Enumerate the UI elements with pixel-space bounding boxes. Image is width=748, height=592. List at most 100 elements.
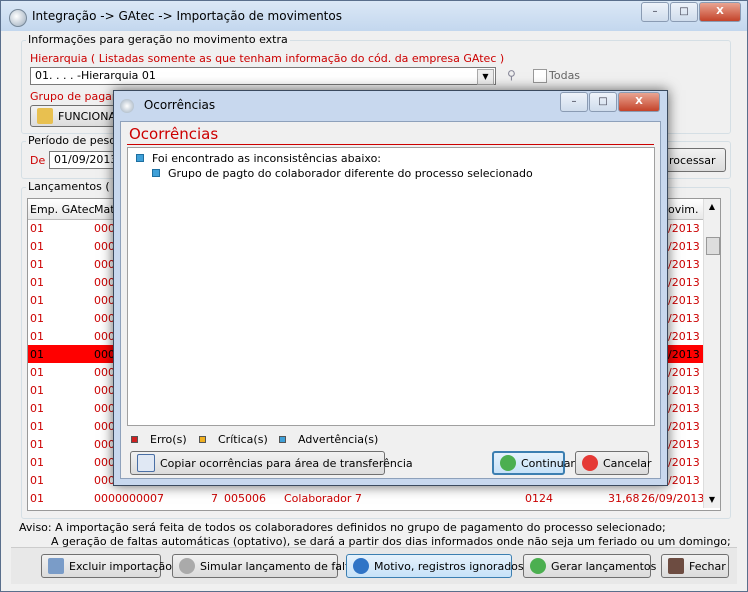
dialog-close-button[interactable]: X bbox=[618, 92, 660, 112]
cell-mat: 000 bbox=[94, 474, 115, 487]
chevron-down-icon[interactable]: ▼ bbox=[477, 69, 494, 85]
cell-emp: 01 bbox=[30, 240, 44, 253]
cell-date: /2013 bbox=[668, 312, 700, 325]
ocorrencias-dialog: Ocorrências – □ X Ocorrências Foi encont… bbox=[113, 90, 668, 486]
cell-date: /2013 bbox=[668, 474, 700, 487]
cell-mat: 000 bbox=[94, 312, 115, 325]
dialog-title-bar: Ocorrências – □ X bbox=[120, 92, 660, 113]
cell-emp: 01 bbox=[30, 456, 44, 469]
legend-erro: Erro(s) bbox=[131, 433, 187, 446]
cell-date: /2013 bbox=[668, 222, 700, 235]
cell-emp: 01 bbox=[30, 294, 44, 307]
cell-mat: 000 bbox=[94, 438, 115, 451]
delete-icon bbox=[48, 558, 64, 574]
date-from-input[interactable]: 01/09/2013 bbox=[49, 151, 117, 169]
cell-mat: 000 bbox=[94, 276, 115, 289]
cell-emp: 01 bbox=[30, 348, 44, 361]
scroll-thumb[interactable] bbox=[706, 237, 720, 255]
cell-date: /2013 bbox=[668, 258, 700, 271]
de-label: De bbox=[30, 154, 46, 167]
cell-date: /2013 bbox=[668, 240, 700, 253]
processar-button[interactable]: rocessar bbox=[662, 148, 726, 172]
periodo-label: Período de pesqu bbox=[26, 134, 126, 147]
dialog-body: Ocorrências Foi encontrado as inconsistê… bbox=[120, 121, 661, 479]
todas-checkbox[interactable] bbox=[533, 69, 547, 83]
gerar-button[interactable]: Gerar lançamentos bbox=[523, 554, 656, 578]
cell-emp: 01 bbox=[30, 474, 44, 487]
continuar-button[interactable]: Continuar bbox=[492, 451, 575, 475]
info-group-label: Informações para geração no movimento ex… bbox=[26, 33, 290, 46]
occurrence-list[interactable]: Foi encontrado as inconsistências abaixo… bbox=[127, 147, 655, 426]
cancelar-button[interactable]: Cancelar bbox=[575, 451, 652, 475]
cell-date: /2013 bbox=[668, 420, 700, 433]
copy-icon bbox=[137, 454, 155, 472]
list-item[interactable]: Grupo de pagto do colaborador diferente … bbox=[152, 167, 533, 180]
cell-emp: 01 bbox=[30, 258, 44, 271]
cell-date: 26/09/2013 bbox=[641, 492, 705, 505]
cell-mat: 000 bbox=[94, 384, 115, 397]
simular-button[interactable]: Simular lançamento de faltas bbox=[172, 554, 362, 578]
cell-mat: 000 bbox=[94, 456, 115, 469]
cell-emp: 01 bbox=[30, 384, 44, 397]
cell-emp: 01 bbox=[30, 366, 44, 379]
scroll-down-icon[interactable]: ▼ bbox=[704, 492, 720, 508]
warning-bullet-icon bbox=[152, 169, 160, 177]
exit-icon bbox=[668, 558, 684, 574]
table-row[interactable]: 01 0000000007 7 005006 Colaborador 7 012… bbox=[28, 489, 705, 507]
folder-icon bbox=[37, 108, 53, 124]
cell-date: /2013 bbox=[668, 384, 700, 397]
dialog-maximize-button[interactable]: □ bbox=[589, 92, 617, 112]
cell-date: /2013 bbox=[668, 438, 700, 451]
cell-date: /2013 bbox=[668, 276, 700, 289]
grupo-button[interactable]: FUNCIONAR bbox=[30, 105, 124, 127]
fechar-button[interactable]: Fechar bbox=[661, 554, 729, 578]
cell-mat: 000 bbox=[94, 420, 115, 433]
excluir-button[interactable]: Excluir importação bbox=[41, 554, 172, 578]
cell-emp: 01 bbox=[30, 330, 44, 343]
check-icon bbox=[500, 455, 516, 471]
cell-mat: 0000000007 bbox=[94, 492, 164, 505]
dialog-app-icon bbox=[120, 98, 134, 113]
cell-n: 7 bbox=[211, 492, 218, 505]
dialog-minimize-button[interactable]: – bbox=[560, 92, 588, 112]
list-item[interactable]: Foi encontrado as inconsistências abaixo… bbox=[136, 152, 381, 165]
cell-date: /2013 bbox=[668, 456, 700, 469]
col-movim[interactable]: ovim. bbox=[668, 203, 699, 216]
copy-button[interactable]: Copiar ocorrências para área de transfer… bbox=[130, 451, 413, 475]
grupo-label: Grupo de pagam bbox=[30, 90, 123, 103]
cell-mat: 000 bbox=[94, 240, 115, 253]
maximize-button[interactable]: □ bbox=[670, 2, 698, 22]
col-emp[interactable]: Emp. GAtec bbox=[30, 203, 95, 216]
hierarchy-select[interactable]: 01. . . . -Hierarquia 01 ▼ bbox=[30, 67, 496, 85]
cell-date: /2013 bbox=[668, 294, 700, 307]
motivo-button[interactable]: Motivo, registros ignorados bbox=[346, 554, 524, 578]
cell-date: /2013 bbox=[668, 330, 700, 343]
cell-code: 005006 bbox=[224, 492, 266, 505]
warning-bullet-icon bbox=[136, 154, 144, 162]
cell-emp: 01 bbox=[30, 222, 44, 235]
legend-advertencia: Advertência(s) bbox=[279, 433, 378, 446]
dialog-heading: Ocorrências bbox=[129, 125, 219, 143]
cell-emp: 01 bbox=[30, 312, 44, 325]
window-title: Integração -> GAtec -> Importação de mov… bbox=[32, 9, 342, 23]
cancel-icon bbox=[582, 455, 598, 471]
cell-mat: 000 bbox=[94, 294, 115, 307]
cell-mat: 000 bbox=[94, 330, 115, 343]
close-button[interactable]: X bbox=[699, 2, 741, 22]
hierarchy-value: 01. . . . -Hierarquia 01 bbox=[35, 69, 156, 82]
cell-mat: 000 bbox=[94, 348, 115, 361]
cell-mat: 000 bbox=[94, 258, 115, 271]
cell-emp: 01 bbox=[30, 438, 44, 451]
cell-mat: 000 bbox=[94, 366, 115, 379]
minimize-button[interactable]: – bbox=[641, 2, 669, 22]
cell-emp: 01 bbox=[30, 276, 44, 289]
cell-emp: 01 bbox=[30, 402, 44, 415]
cell-mat: 000 bbox=[94, 222, 115, 235]
cell-mat: 000 bbox=[94, 402, 115, 415]
cell-val: 31,68 bbox=[608, 492, 640, 505]
scroll-up-icon[interactable]: ▲ bbox=[704, 199, 720, 215]
legend-critica: Crítica(s) bbox=[199, 433, 268, 446]
grid-scrollbar[interactable]: ▲ ▼ bbox=[703, 199, 720, 508]
search-icon[interactable]: ⚲ bbox=[507, 68, 516, 82]
hierarchy-label: Hierarquia ( Listadas somente as que ten… bbox=[30, 52, 505, 65]
